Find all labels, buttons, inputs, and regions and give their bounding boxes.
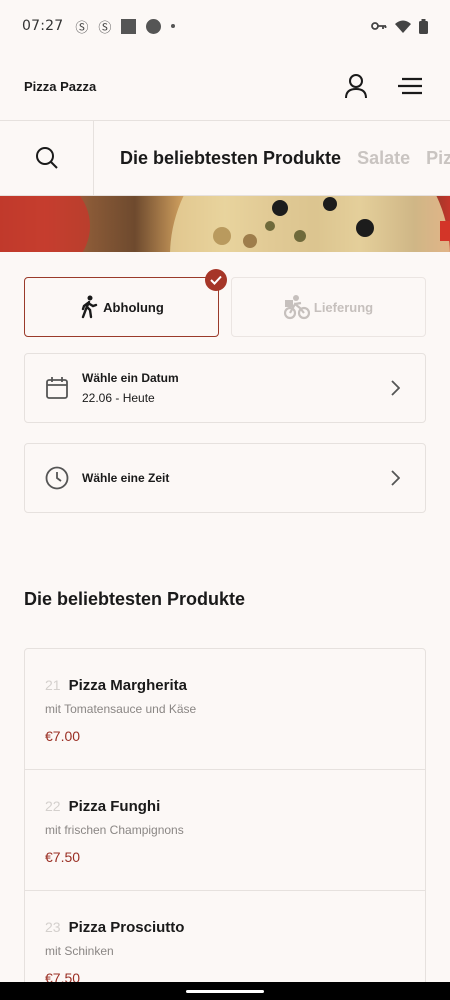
pizza-illustration [0, 196, 450, 252]
status-time: 07:27 [22, 18, 64, 34]
app-header: Pizza Pazza [0, 52, 450, 120]
notification-app-icon: Ⓢ [98, 19, 112, 35]
product-description: mit Tomatensauce und Käse [45, 702, 197, 716]
product-price: €7.00 [45, 728, 81, 744]
notification-app-icon: Ⓢ [75, 19, 89, 35]
notification-icons: Ⓢ Ⓢ [75, 17, 176, 36]
tab-pizza[interactable]: Pizza [426, 148, 450, 169]
hamburger-menu-icon [398, 77, 422, 95]
tab-salads[interactable]: Salate [357, 148, 410, 169]
selected-check-icon [205, 269, 227, 291]
tab-popular-products[interactable]: Die beliebtesten Produkte [120, 148, 341, 169]
menu-button[interactable] [394, 70, 426, 102]
chevron-right-icon [385, 468, 405, 488]
product-name: Pizza Prosciutto [68, 919, 185, 936]
popular-products-heading: Die beliebtesten Produkte [24, 589, 246, 609]
status-bar: 07:27 Ⓢ Ⓢ [0, 0, 450, 52]
product-name: Pizza Funghi [68, 798, 161, 815]
time-picker[interactable]: Wähle eine Zeit [24, 443, 426, 513]
category-bar: Die beliebtesten Produkte Salate Pizza [0, 120, 450, 196]
battery-icon [419, 18, 428, 34]
notification-circle-icon [146, 18, 162, 34]
order-method-selector: Abholung Lieferung [24, 269, 426, 337]
date-picker[interactable]: Wähle ein Datum 22.06 - Heute [24, 353, 426, 423]
product-item[interactable]: 22 Pizza Funghi mit frischen Champignons… [25, 770, 425, 891]
system-icons [371, 18, 428, 34]
delivery-bike-icon [283, 295, 310, 320]
account-button[interactable] [340, 70, 372, 102]
app-title: Pizza Pazza [24, 78, 97, 94]
search-icon [35, 147, 58, 169]
product-description: mit frischen Champignons [45, 823, 184, 837]
product-number: 23 [45, 919, 61, 935]
system-navigation-bar [0, 982, 450, 1000]
product-number: 21 [45, 677, 61, 693]
wifi-icon [395, 20, 411, 33]
time-picker-title: Wähle eine Zeit [82, 471, 170, 485]
vpn-key-icon [371, 22, 387, 30]
search-button[interactable] [0, 121, 94, 195]
calendar-icon [45, 376, 69, 400]
product-item[interactable]: 21 Pizza Margherita mit Tomatensauce und… [25, 649, 425, 770]
pickup-label: Abholung [103, 299, 164, 315]
walking-person-icon [81, 295, 98, 319]
hero-pizza-image [0, 196, 450, 252]
delivery-button[interactable]: Lieferung [231, 277, 426, 337]
user-icon [345, 74, 367, 99]
pickup-button[interactable]: Abholung [24, 269, 227, 337]
product-price: €7.50 [45, 849, 81, 865]
product-name: Pizza Margherita [68, 677, 187, 694]
product-list: 21 Pizza Margherita mit Tomatensauce und… [24, 648, 426, 1000]
date-picker-title: Wähle ein Datum [82, 371, 179, 385]
date-picker-value: 22.06 - Heute [82, 391, 155, 405]
chevron-right-icon [385, 378, 405, 398]
delivery-label: Lieferung [313, 299, 374, 315]
product-description: mit Schinken [45, 944, 114, 958]
notification-square-icon [121, 18, 137, 34]
category-tabs: Die beliebtesten Produkte Salate Pizza [94, 148, 450, 169]
product-number: 22 [45, 798, 61, 814]
more-notifications-icon [171, 24, 176, 28]
clock-icon [45, 466, 69, 490]
home-gesture-handle[interactable] [186, 989, 264, 993]
